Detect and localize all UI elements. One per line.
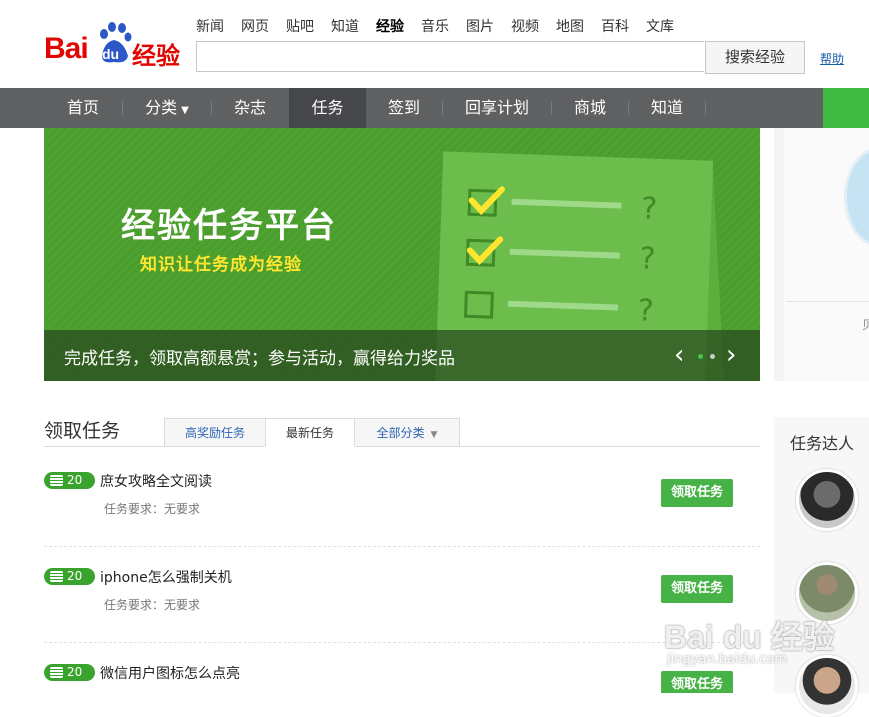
task-title[interactable]: iphone怎么强制关机: [100, 567, 232, 587]
task-item: 20 iphone怎么强制关机 任务要求：无要求 领取任务: [44, 556, 760, 652]
coin-icon: [50, 667, 63, 678]
task-banner[interactable]: 经验任务平台 知识让任务成为经验 ? ? ? 完成任务，领取高额悬赏；参与活动，…: [44, 128, 760, 381]
divider: [786, 301, 869, 302]
reward-badge: 20: [44, 472, 95, 489]
reward-badge: 20: [44, 568, 95, 585]
chevron-down-icon: ▼: [430, 430, 438, 440]
topnav-item-jingyan[interactable]: 经验: [376, 16, 404, 36]
task-item: 20 微信用户图标怎么点亮 领取任务: [44, 652, 760, 693]
nav-item-huixiang-label: 回享计划: [464, 98, 529, 117]
prev-slide-icon[interactable]: ‹: [674, 340, 684, 370]
task-title[interactable]: 微信用户图标怎么点亮: [100, 663, 240, 683]
task-requirement: 任务要求：无要求: [104, 598, 201, 612]
nav-item-checkin-label: 签到: [387, 98, 420, 117]
nav-item-checkin[interactable]: 签到: [366, 88, 442, 128]
user-card: 贝: [774, 128, 869, 381]
topnav-item-images[interactable]: 图片: [466, 16, 494, 36]
top-nav: 新闻 网页 贴吧 知道 经验 音乐 图片 视频 地图 百科 文库: [196, 16, 691, 36]
expert-avatar[interactable]: [796, 655, 858, 717]
nav-item-magazine[interactable]: 杂志: [212, 88, 288, 128]
claim-task-button[interactable]: 领取任务: [661, 479, 733, 507]
section-title: 领取任务: [44, 420, 121, 442]
topnav-item-map[interactable]: 地图: [556, 16, 584, 36]
nav-item-zhidao-label: 知道: [650, 98, 683, 117]
nav-item-mall[interactable]: 商城: [552, 88, 628, 128]
task-item: 20 庶女攻略全文阅读 任务要求：无要求 领取任务: [44, 460, 760, 556]
user-card-text: 贝: [862, 318, 869, 332]
svg-text:?: ?: [637, 293, 654, 329]
expert-avatar[interactable]: [796, 469, 858, 531]
tab-latest[interactable]: 最新任务: [265, 418, 355, 447]
reward-value: 20: [67, 665, 83, 679]
topnav-item-news[interactable]: 新闻: [196, 16, 224, 36]
divider: [44, 546, 760, 547]
topnav-item-wenku[interactable]: 文库: [646, 16, 674, 36]
logo-du-text: du: [102, 46, 120, 62]
divider: [44, 642, 760, 643]
reward-value: 20: [67, 569, 83, 583]
nav-item-mall-label: 商城: [573, 98, 606, 117]
claim-task-button[interactable]: 领取任务: [661, 575, 733, 603]
task-title[interactable]: 庶女攻略全文阅读: [100, 471, 212, 491]
claim-task-button[interactable]: 领取任务: [661, 671, 733, 693]
reward-value: 20: [67, 473, 83, 487]
svg-text:?: ?: [639, 241, 656, 277]
logo-jingyan-text: 经验: [132, 42, 180, 70]
help-link[interactable]: 帮助: [820, 50, 844, 67]
topnav-item-baike[interactable]: 百科: [601, 16, 629, 36]
banner-title: 经验任务平台: [121, 206, 337, 246]
banner-caption-bar: 完成任务，领取高额悬赏；参与活动，赢得给力奖品 ‹ ›: [44, 330, 760, 381]
nav-item-huixiang[interactable]: 回享计划: [443, 88, 551, 128]
coin-icon: [50, 571, 63, 582]
banner-caption: 完成任务，领取高额悬赏；参与活动，赢得给力奖品: [64, 349, 455, 369]
search-button[interactable]: 搜索经验: [705, 41, 805, 74]
svg-text:?: ?: [641, 191, 658, 227]
tab-underline: [44, 446, 760, 447]
watermark-url: jingyan.baidu.com: [667, 652, 787, 667]
topnav-item-web[interactable]: 网页: [241, 16, 269, 36]
main-nav: 首页 分类 ▼ 杂志 任务 签到 回享计划 商城 知道: [0, 88, 869, 128]
topnav-item-video[interactable]: 视频: [511, 16, 539, 36]
nav-divider: [705, 101, 706, 115]
tab-high-reward[interactable]: 高奖励任务: [164, 418, 266, 447]
nav-item-zhidao[interactable]: 知道: [629, 88, 705, 128]
nav-item-tasks-label: 任务: [311, 98, 344, 117]
task-requirement: 任务要求：无要求: [104, 502, 201, 516]
logo-bai-text: Bai: [44, 32, 89, 65]
banner-subtitle: 知识让任务成为经验: [140, 255, 302, 275]
tab-all-categories[interactable]: 全部分类 ▼: [354, 418, 460, 447]
experts-title: 任务达人: [790, 434, 855, 453]
nav-item-home-label: 首页: [66, 98, 99, 117]
nav-item-category[interactable]: 分类 ▼: [123, 88, 211, 128]
nav-item-home[interactable]: 首页: [44, 88, 122, 128]
next-slide-icon[interactable]: ›: [726, 340, 736, 370]
reward-badge: 20: [44, 664, 95, 681]
coin-icon: [50, 475, 63, 486]
topnav-item-zhidao[interactable]: 知道: [331, 16, 359, 36]
slide-dot-active[interactable]: [698, 354, 703, 359]
tab-all-categories-label: 全部分类: [376, 426, 425, 440]
nav-green-button[interactable]: [823, 88, 869, 128]
topnav-item-tieba[interactable]: 贴吧: [286, 16, 314, 36]
nav-item-category-label: 分类: [145, 98, 178, 117]
baidu-jingyan-logo[interactable]: Bai du 经验: [44, 22, 184, 70]
chevron-down-icon: ▼: [181, 105, 189, 116]
slide-dot[interactable]: [710, 354, 715, 359]
search-input[interactable]: [196, 41, 704, 72]
nav-item-tasks[interactable]: 任务: [289, 88, 366, 128]
topnav-item-music[interactable]: 音乐: [421, 16, 449, 36]
nav-item-magazine-label: 杂志: [233, 98, 266, 117]
